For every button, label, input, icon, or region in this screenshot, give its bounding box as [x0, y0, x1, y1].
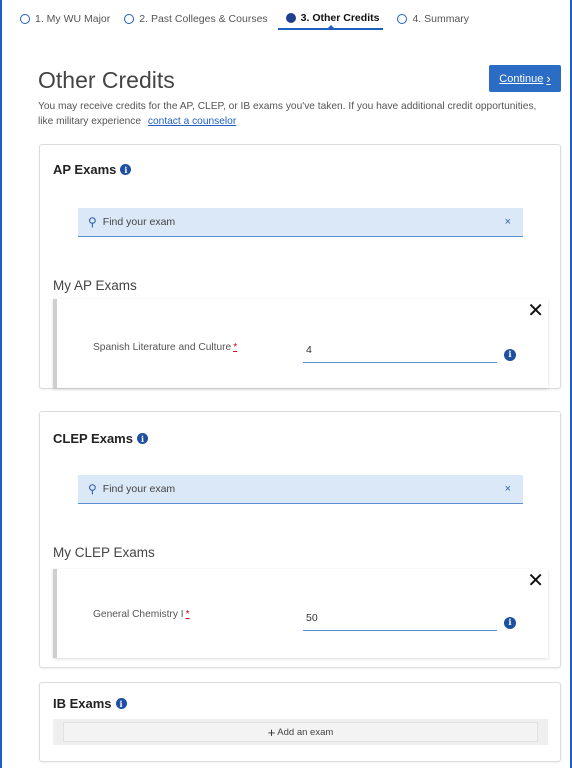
- add-exam-label: Add an exam: [277, 726, 334, 738]
- score-info[interactable]: i: [504, 344, 516, 362]
- clep-exams-title: CLEP Exams: [53, 431, 133, 446]
- ib-exams-heading: IB Exams i: [53, 696, 127, 711]
- step-label: 3. Other Credits: [300, 12, 380, 24]
- info-icon[interactable]: i: [504, 349, 516, 361]
- my-ap-exams-title: My AP Exams: [53, 278, 137, 293]
- clep-exam-entry: ✕ General Chemistry I * 50 i: [53, 569, 548, 658]
- chevron-right-icon: ›: [546, 71, 551, 86]
- add-exam-area: + Add an exam: [53, 719, 548, 745]
- step-circle-icon: [397, 14, 408, 24]
- step-summary[interactable]: 4. Summary: [397, 8, 469, 30]
- step-my-wu-major[interactable]: 1. My WU Major: [20, 8, 110, 30]
- contact-counselor-link[interactable]: contact a counselor: [148, 116, 236, 127]
- score-info[interactable]: i: [504, 612, 516, 630]
- close-icon[interactable]: ✕: [527, 301, 544, 321]
- step-other-credits[interactable]: 3. Other Credits: [277, 8, 384, 30]
- exam-name: Spanish Literature and Culture: [93, 342, 232, 353]
- search-placeholder: Find your exam: [102, 483, 176, 495]
- step-label: 2. Past Colleges & Courses: [139, 13, 268, 25]
- info-icon[interactable]: i: [136, 433, 148, 444]
- exam-name: General Chemistry I: [93, 609, 184, 620]
- step-label: 1. My WU Major: [35, 13, 111, 25]
- step-past-colleges[interactable]: 2. Past Colleges & Courses: [124, 8, 268, 30]
- search-icon: ⚲: [88, 482, 97, 496]
- required-marker: *: [233, 342, 238, 353]
- intro-description: You may receive credits for the AP, CLEP…: [38, 101, 537, 127]
- progress-stepper: 1. My WU Major 2. Past Colleges & Course…: [20, 8, 483, 36]
- ap-exam-search-input[interactable]: ⚲ Find your exam ×: [78, 208, 523, 237]
- clep-exams-card: CLEP Exams i ⚲ Find your exam × My CLEP …: [39, 411, 561, 668]
- ap-exams-heading: AP Exams i: [53, 162, 132, 177]
- ap-exams-title: AP Exams: [53, 162, 117, 177]
- step-label: 4. Summary: [412, 13, 470, 25]
- exam-name-label: Spanish Literature and Culture *: [93, 342, 237, 353]
- close-icon[interactable]: ✕: [527, 571, 544, 591]
- my-clep-exams-title: My CLEP Exams: [53, 545, 155, 560]
- step-circle-filled-icon: [285, 13, 296, 23]
- exam-score-input[interactable]: 50: [303, 612, 497, 631]
- ib-exams-card: IB Exams i + Add an exam: [39, 682, 561, 762]
- window-border-left: [0, 0, 2, 768]
- continue-label: Continue: [499, 72, 544, 85]
- info-icon[interactable]: i: [115, 698, 127, 709]
- active-step-caret-icon: [325, 25, 336, 30]
- info-icon[interactable]: i: [120, 164, 132, 175]
- add-exam-button[interactable]: + Add an exam: [63, 722, 538, 742]
- exam-name-label: General Chemistry I *: [93, 609, 190, 620]
- required-marker: *: [185, 609, 190, 620]
- clep-exams-heading: CLEP Exams i: [53, 431, 148, 446]
- ib-exams-title: IB Exams: [53, 696, 112, 711]
- search-icon: ⚲: [88, 215, 97, 229]
- exam-score-input[interactable]: 4: [303, 344, 497, 363]
- info-icon[interactable]: i: [504, 617, 516, 629]
- clear-search-icon[interactable]: ×: [505, 216, 511, 228]
- plus-icon: +: [267, 724, 276, 740]
- ap-exams-card: AP Exams i ⚲ Find your exam × My AP Exam…: [39, 144, 561, 389]
- intro-text: You may receive credits for the AP, CLEP…: [38, 99, 538, 129]
- step-circle-icon: [20, 14, 30, 24]
- step-circle-icon: [124, 14, 135, 24]
- clear-search-icon[interactable]: ×: [505, 483, 511, 495]
- search-placeholder: Find your exam: [102, 216, 176, 228]
- page-title: Other Credits: [38, 67, 175, 93]
- continue-button[interactable]: Continue ›: [489, 65, 561, 92]
- clep-exam-search-input[interactable]: ⚲ Find your exam ×: [78, 475, 523, 504]
- ap-exam-entry: ✕ Spanish Literature and Culture * 4 i: [53, 299, 548, 388]
